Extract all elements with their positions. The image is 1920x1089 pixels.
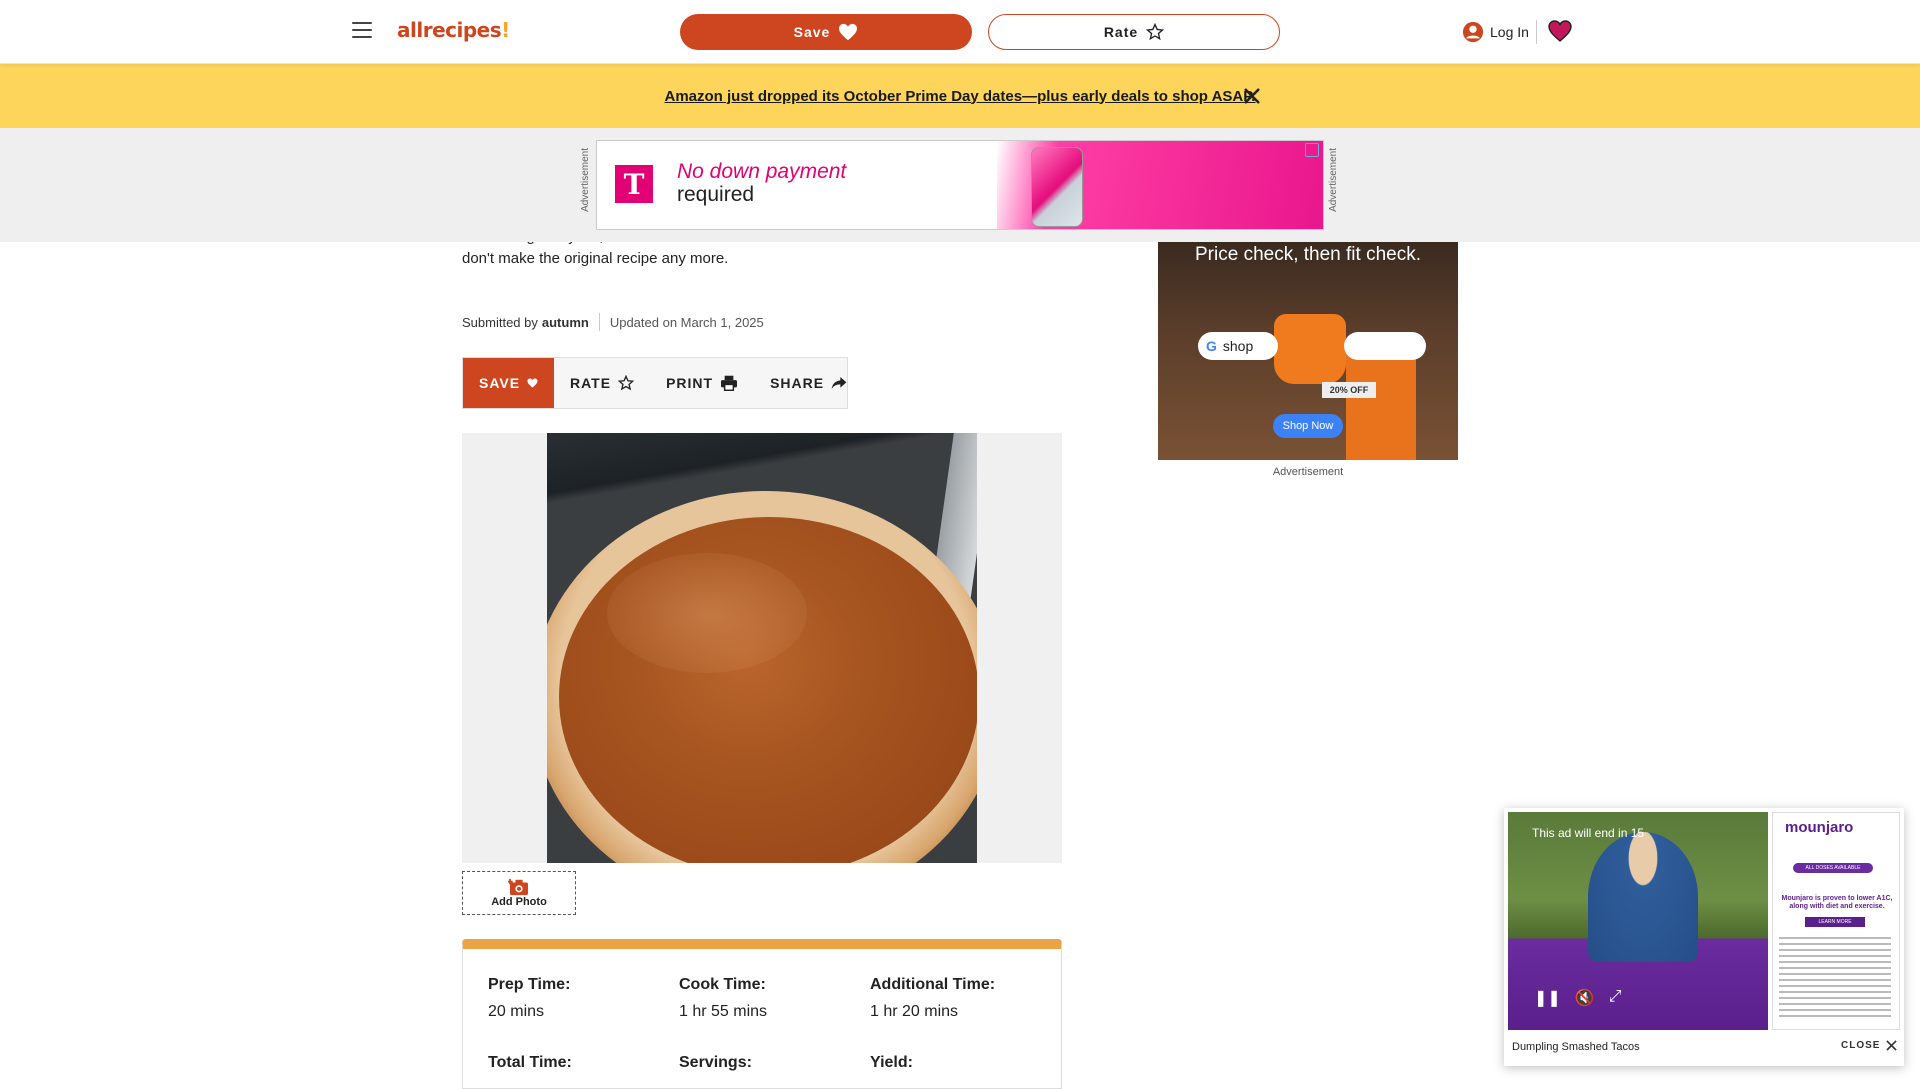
author-link[interactable]: autumn xyxy=(542,315,589,330)
rate-action-label: RATE xyxy=(570,375,612,391)
video-close-button[interactable]: CLOSE xyxy=(1841,1040,1898,1051)
header-divider xyxy=(1536,20,1537,44)
share-action-button[interactable]: SHARE xyxy=(754,358,863,408)
heart-icon xyxy=(839,23,858,41)
top-ad[interactable]: T No down payment required xyxy=(596,140,1324,230)
ad-side-label-right: Advertisement xyxy=(1328,148,1339,212)
sidebar-ad-headline: Price check, then fit check. xyxy=(1195,244,1421,265)
save-action-label: SAVE xyxy=(479,375,521,391)
detail-label: Additional Time: xyxy=(870,976,996,993)
detail-label: Cook Time: xyxy=(679,976,766,993)
adchoices-icon[interactable] xyxy=(1305,143,1319,157)
detail-label: Servings: xyxy=(679,1054,752,1071)
share-arrow-icon xyxy=(831,377,847,389)
servings: Servings: xyxy=(679,1054,752,1072)
detail-value: 20 mins xyxy=(488,1003,545,1020)
pause-icon[interactable]: ❚❚ xyxy=(1534,988,1561,1008)
sidebar-ad-label: Advertisement xyxy=(1272,466,1344,478)
close-icon xyxy=(1886,1040,1898,1051)
detail-value: 1 hr 20 mins xyxy=(870,1003,959,1020)
saved-recipes-heart-icon[interactable] xyxy=(1548,20,1572,47)
google-shop-pill: G shop xyxy=(1198,332,1278,360)
close-label: CLOSE xyxy=(1841,1040,1881,1051)
pie-shine-graphic xyxy=(607,553,807,673)
print-action-button[interactable]: PRINT xyxy=(650,358,754,408)
promo-banner: Amazon just dropped its October Prime Da… xyxy=(0,64,1920,128)
video-person-image xyxy=(1588,832,1698,962)
learn-more-button[interactable]: LEARN MORE xyxy=(1805,917,1865,927)
lens-pill xyxy=(1344,332,1426,360)
save-recipe-button[interactable]: Save xyxy=(680,14,972,50)
add-photo-button[interactable]: Add Photo xyxy=(462,871,576,915)
mute-icon[interactable]: 🔇 xyxy=(1575,988,1595,1008)
rate-recipe-button[interactable]: Rate xyxy=(988,14,1280,50)
add-photo-label: Add Photo xyxy=(491,896,547,908)
recipe-details-card: Prep Time: 20 mins Cook Time: 1 hr 55 mi… xyxy=(462,939,1062,1089)
recipe-photo[interactable] xyxy=(547,433,977,863)
shop-label: shop xyxy=(1222,338,1254,354)
fullscreen-icon[interactable]: ⤢ xyxy=(1609,988,1622,1008)
share-action-label: SHARE xyxy=(770,375,825,391)
print-action-label: PRINT xyxy=(666,375,714,391)
video-caption: Dumpling Smashed Tacos xyxy=(1512,1041,1640,1053)
video-player[interactable]: This ad will end in 15 ❚❚ 🔇 ⤢ xyxy=(1508,812,1768,1030)
save-action-button[interactable]: SAVE xyxy=(463,358,554,408)
doses-badge: ALL DOSES AVAILABLE xyxy=(1793,863,1873,873)
site-logo[interactable]: allrecipes! xyxy=(397,18,510,42)
printer-icon xyxy=(721,375,738,391)
floating-video-ad: This ad will end in 15 ❚❚ 🔇 ⤢ mounjaro A… xyxy=(1504,808,1904,1066)
save-button-label: Save xyxy=(793,24,831,40)
detail-label: Total Time: xyxy=(488,1054,572,1071)
additional-time: Additional Time: 1 hr 20 mins xyxy=(870,976,995,1021)
fine-print xyxy=(1779,937,1891,1021)
rate-action-button[interactable]: RATE xyxy=(554,358,650,408)
video-controls: ❚❚ 🔇 ⤢ xyxy=(1534,988,1622,1008)
yield: Yield: xyxy=(870,1054,913,1072)
ad-headline: No down payment xyxy=(677,160,847,183)
login-link[interactable]: Log In xyxy=(1462,21,1529,43)
recipe-action-bar: SAVE RATE PRINT SHARE xyxy=(462,357,848,409)
cook-time: Cook Time: 1 hr 55 mins xyxy=(679,976,767,1021)
user-account-icon xyxy=(1462,21,1484,43)
submitted-by-label: Submitted by xyxy=(462,314,538,330)
mounjaro-ad-panel[interactable]: mounjaro ALL DOSES AVAILABLE Mounjaro is… xyxy=(1772,812,1900,1030)
rate-button-label: Rate xyxy=(1103,24,1139,40)
ad-subline: required xyxy=(677,183,755,206)
discount-tag: 20% OFF xyxy=(1322,382,1376,398)
byline-divider xyxy=(598,313,600,331)
site-header: allrecipes! Save Rate Log In xyxy=(0,0,1920,64)
total-time: Total Time: xyxy=(488,1054,572,1072)
detail-label: Prep Time: xyxy=(488,976,571,993)
detail-value: 1 hr 55 mins xyxy=(679,1003,768,1020)
sports-top-image xyxy=(1274,314,1346,384)
star-icon xyxy=(618,375,635,391)
google-g-icon: G xyxy=(1206,338,1217,354)
hamburger-menu-icon[interactable] xyxy=(352,22,372,38)
ad-countdown: This ad will end in 15 xyxy=(1532,826,1645,840)
top-ad-container: Advertisement T No down payment required… xyxy=(0,128,1920,242)
prep-time: Prep Time: 20 mins xyxy=(488,976,570,1021)
phone-image xyxy=(1031,147,1083,227)
recipe-byline: Submitted by autumn Updated on March 1, … xyxy=(462,313,764,331)
heart-icon xyxy=(527,378,538,388)
camera-plus-icon xyxy=(508,878,528,896)
close-icon[interactable] xyxy=(1242,86,1262,106)
star-icon xyxy=(1146,23,1165,41)
shop-now-button[interactable]: Shop Now xyxy=(1273,414,1343,438)
mounjaro-claim: Mounjaro is proven to lower A1C, along w… xyxy=(1781,895,1893,910)
tmobile-logo: T xyxy=(615,165,653,203)
ad-side-label-left: Advertisement xyxy=(580,148,591,212)
detail-label: Yield: xyxy=(870,1054,913,1071)
recipe-photo-container xyxy=(462,433,1062,863)
sidebar-ad[interactable]: Price check, then fit check. G shop 20% … xyxy=(1158,242,1458,460)
updated-date: Updated on March 1, 2025 xyxy=(609,314,764,330)
login-label: Log In xyxy=(1490,24,1529,40)
mounjaro-logo: mounjaro xyxy=(1785,819,1854,836)
promo-link[interactable]: Amazon just dropped its October Prime Da… xyxy=(665,88,1256,105)
